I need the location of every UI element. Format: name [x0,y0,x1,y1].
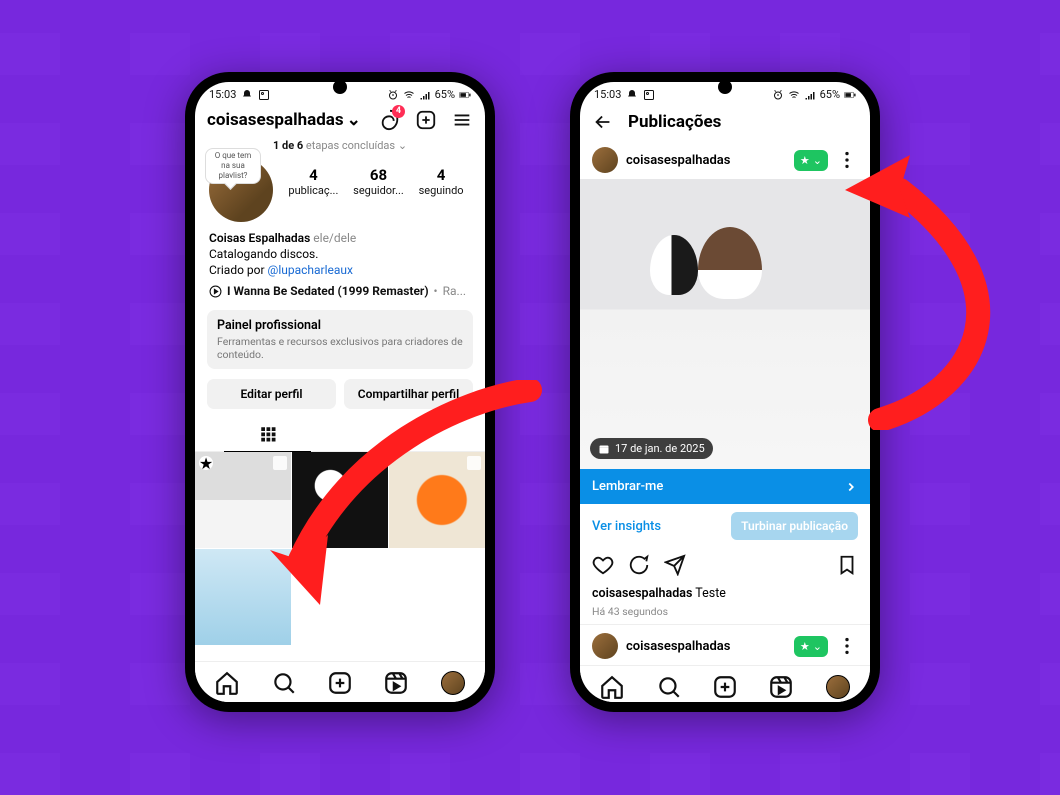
wifi-icon [403,89,415,101]
grid-post[interactable] [389,452,485,548]
page-title: Publicações [628,112,721,132]
tab-tagged[interactable] [340,417,485,451]
image-icon [643,89,655,101]
insights-link[interactable]: Ver insights [592,519,661,534]
nav-create[interactable] [712,674,738,700]
phone-post: 15:03 65% Publicações coisasespalhadas ★… [570,72,880,712]
post-caption: coisasespalhadas Teste [580,582,870,605]
grid-post[interactable] [292,452,388,548]
nav-search[interactable] [271,670,297,696]
post-time: Há 43 segundos [580,605,870,624]
post-avatar[interactable] [592,633,618,659]
menu-button[interactable] [451,109,473,131]
grid-post[interactable] [195,549,291,645]
battery-icon [844,89,856,101]
nav-create[interactable] [327,670,353,696]
signal-icon [419,89,431,101]
alarm-icon [387,89,399,101]
image-icon [258,89,270,101]
save-button[interactable] [836,554,858,576]
back-button[interactable] [592,111,614,133]
calendar-icon [598,443,610,455]
chevron-down-icon: ⌄ [398,139,407,152]
stat-following[interactable]: 4seguindo [419,166,464,197]
scheduled-badge-button[interactable]: ★⌄ [794,150,828,171]
bell-icon [241,89,253,101]
nav-home[interactable] [214,670,240,696]
battery-icon [459,89,471,101]
username-switcher[interactable]: coisasespalhadas⌄ [207,110,361,130]
chevron-right-icon [844,480,858,494]
chevron-down-icon: ⌄ [813,640,822,653]
pinned-icon: ★ [199,456,213,470]
status-time: 15:03 [594,88,621,101]
bottom-nav [195,661,485,702]
nav-profile[interactable] [825,674,851,700]
remind-me-button[interactable]: Lembrar-me [580,469,870,504]
scheduled-badge-button[interactable]: ★⌄ [794,636,828,657]
boost-button[interactable]: Turbinar publicação [731,512,858,540]
nav-home[interactable] [599,674,625,700]
profile-avatar[interactable]: O que tem na sua playlist? [209,158,277,222]
comment-button[interactable] [628,554,650,576]
profile-music[interactable]: I Wanna Be Sedated (1999 Remaster)•Ra... [195,282,485,306]
share-profile-button[interactable]: Compartilhar perfil [344,379,473,409]
creator-link[interactable]: @lupacharleaux [268,263,353,277]
camera-hole-icon [333,80,347,94]
stat-posts[interactable]: 4publicaç... [288,166,338,197]
alarm-icon [772,89,784,101]
chevron-down-icon: ⌄ [347,110,361,130]
create-button[interactable] [415,109,437,131]
battery-pct: 65% [435,88,455,101]
share-button[interactable] [664,554,686,576]
scheduled-icon [273,456,287,470]
status-time: 15:03 [209,88,236,101]
post-more-button[interactable] [836,149,858,171]
star-icon: ★ [800,640,810,653]
bottom-nav [580,665,870,702]
grid-post[interactable] [389,549,485,645]
professional-dashboard[interactable]: Painel profissional Ferramentas e recurs… [207,310,473,369]
tab-grid[interactable] [195,417,340,451]
edit-profile-button[interactable]: Editar perfil [207,379,336,409]
star-icon: ★ [800,154,810,167]
battery-pct: 65% [820,88,840,101]
phone-profile: 15:03 65% coisasespalhadas⌄ 4 [185,72,495,712]
chevron-down-icon: ⌄ [813,154,822,167]
profile-header: coisasespalhadas⌄ 4 [195,103,485,137]
tagged-icon [404,425,422,443]
bio: Coisas Espalhadas ele/dele Catalogando d… [195,222,485,282]
post-avatar[interactable] [592,147,618,173]
signal-icon [804,89,816,101]
note-bubble[interactable]: O que tem na sua playlist? [205,148,261,184]
post-username[interactable]: coisasespalhadas [626,639,786,654]
play-circle-icon [209,285,222,298]
scheduled-icon [467,456,481,470]
post-username[interactable]: coisasespalhadas [626,153,786,168]
scheduled-date-chip: 17 de jan. de 2025 [590,438,713,459]
grid-post[interactable]: ★ [195,452,291,548]
posts-grid: ★ [195,452,485,645]
stat-followers[interactable]: 68seguidor... [353,166,404,197]
post-image[interactable]: 17 de jan. de 2025 [580,179,870,469]
like-button[interactable] [592,554,614,576]
nav-reels[interactable] [383,670,409,696]
grid-icon [259,425,277,443]
nav-reels[interactable] [768,674,794,700]
grid-post[interactable] [292,549,388,645]
bell-icon [626,89,638,101]
threads-button[interactable]: 4 [379,109,401,131]
threads-badge: 4 [392,105,405,118]
nav-search[interactable] [656,674,682,700]
post-more-button[interactable] [836,635,858,657]
wifi-icon [788,89,800,101]
nav-profile[interactable] [440,670,466,696]
camera-hole-icon [718,80,732,94]
